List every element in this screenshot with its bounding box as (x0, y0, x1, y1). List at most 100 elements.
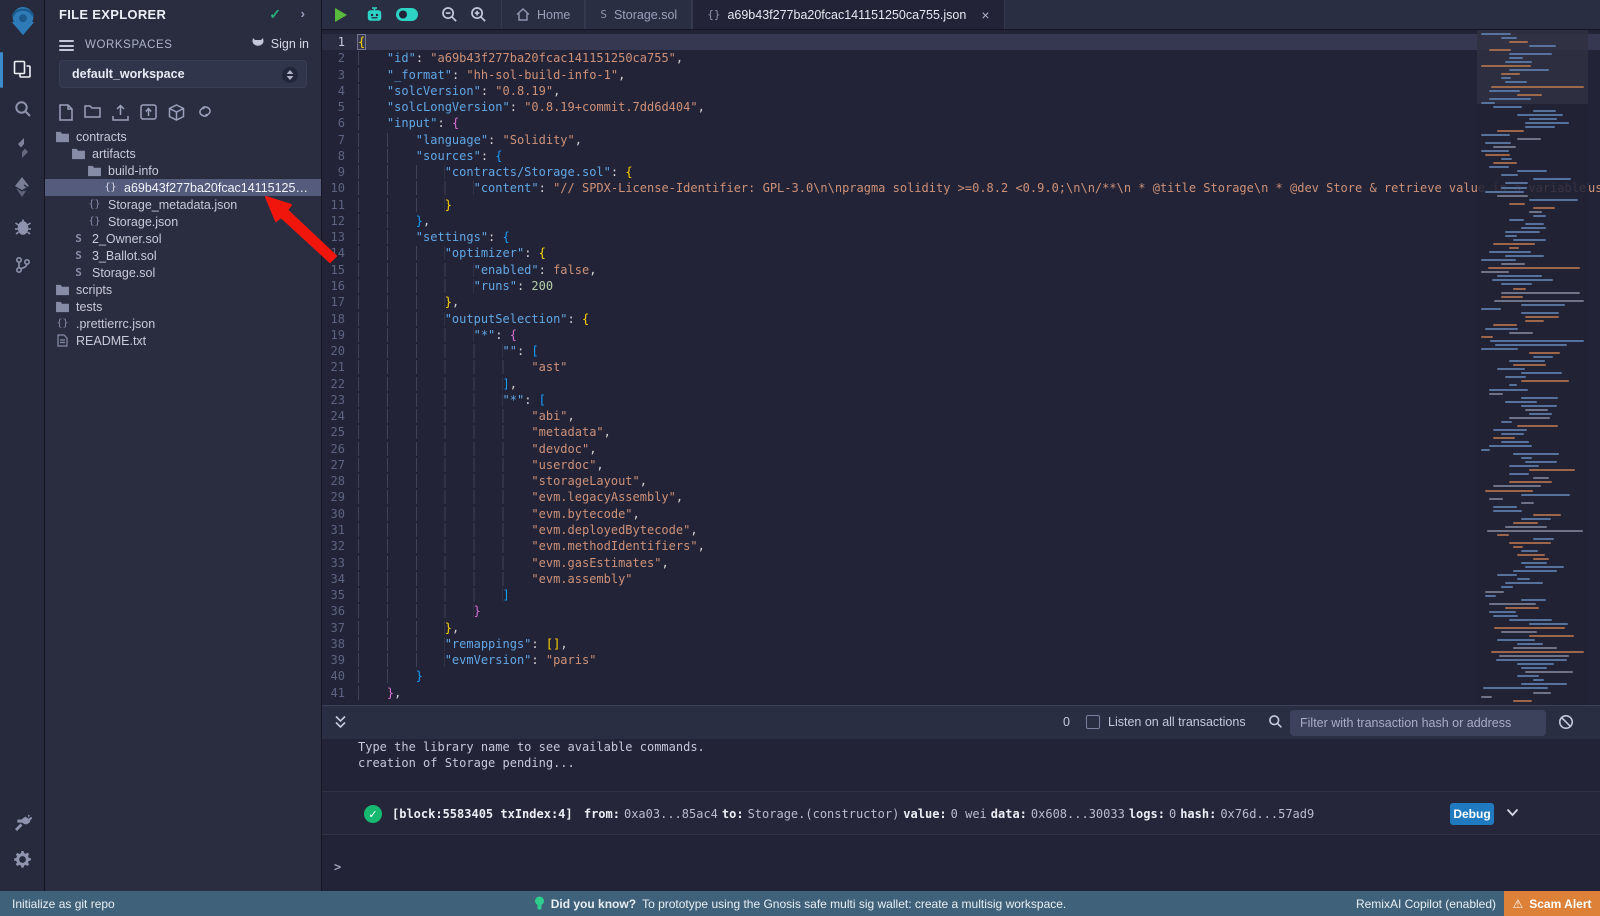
remix-logo-icon[interactable] (0, 4, 45, 38)
tree-item--prettierrc-json[interactable]: {}.prettierrc.json (45, 315, 321, 332)
tree-item-build-info[interactable]: build-info (45, 162, 321, 179)
terminal-search-icon[interactable] (1268, 714, 1283, 734)
tree-item-2-owner-sol[interactable]: S2_Owner.sol (45, 230, 321, 247)
tree-item-a69b43f277ba20fcac141151250ca7-[interactable]: {} a69b43f277ba20fcac141151250ca7... (45, 179, 321, 196)
code-line: "evm.deployedBytecode", (358, 522, 1600, 538)
tree-item-label: artifacts (92, 147, 136, 161)
tree-item-contracts[interactable]: contracts (45, 128, 321, 145)
zoom-in-icon[interactable] (470, 6, 487, 23)
tree-item-label: scripts (76, 283, 112, 297)
terminal-log[interactable]: Type the library name to see available c… (322, 739, 1600, 891)
folder-icon (87, 165, 102, 177)
settings-gear-icon[interactable] (0, 842, 45, 876)
tree-item-label: Storage.json (108, 215, 178, 229)
file-icon (55, 334, 70, 347)
code-editor[interactable]: 1234567891011121314151617181920212223242… (322, 30, 1600, 705)
tree-item-label: build-info (108, 164, 159, 178)
debug-button[interactable]: Debug (1450, 803, 1494, 825)
plugin-manager-icon[interactable] (0, 806, 45, 840)
transaction-row[interactable]: ✓ [block:5583405 txIndex:4] from:0xa03..… (322, 791, 1600, 835)
workspace-check-icon: ✓ (269, 6, 281, 23)
tree-item-3-ballot-sol[interactable]: S3_Ballot.sol (45, 247, 321, 264)
tree-item-label: contracts (76, 130, 127, 144)
workspaces-menu-icon[interactable] (59, 40, 74, 51)
json-icon: {} (87, 199, 102, 210)
search-icon[interactable] (0, 92, 45, 126)
tree-item-artifacts[interactable]: artifacts (45, 145, 321, 162)
tx-expand-icon[interactable] (1506, 806, 1519, 820)
copilot-status[interactable]: RemixAI Copilot (enabled) (1356, 897, 1496, 911)
tx-summary: [block:5583405 txIndex:4] from:0xa03...8… (392, 807, 1318, 821)
tree-item-readme-txt[interactable]: README.txt (45, 332, 321, 349)
code-line: }, (358, 685, 1600, 701)
editor-minimap[interactable] (1477, 30, 1588, 705)
code-line: "evm.bytecode", (358, 506, 1600, 522)
tree-item-storage-sol[interactable]: SStorage.sol (45, 264, 321, 281)
code-line: } (358, 603, 1600, 619)
file-explorer-icon[interactable] (0, 52, 45, 86)
publish-ipfs-icon[interactable] (168, 104, 185, 124)
warning-icon: ⚠ (1512, 897, 1523, 911)
init-git-repo-button[interactable]: Initialize as git repo (12, 897, 115, 911)
tab-build-info-json[interactable]: {} a69b43f277ba20fcac141151250ca755.json… (692, 0, 1004, 29)
terminal-bar: 0 Listen on all transactions (322, 705, 1600, 739)
code-line: } (358, 197, 1600, 213)
copilot-toggle-icon[interactable] (395, 7, 419, 22)
listen-all-checkbox[interactable] (1086, 715, 1100, 729)
tx-success-icon: ✓ (364, 805, 382, 823)
tab-bar: Home S Storage.sol {} a69b43f277ba20fcac… (322, 0, 1600, 30)
solidity-file-icon: S (600, 8, 607, 21)
terminal-log-line: Type the library name to see available c… (322, 739, 1600, 755)
github-icon (250, 37, 266, 51)
terminal-log-line: creation of Storage pending... (322, 755, 1600, 771)
code-line: "solcVersion": "0.8.19", (358, 83, 1600, 99)
overflow-text-fragment: us (1588, 180, 1600, 197)
deploy-run-icon[interactable] (0, 170, 45, 204)
panel-collapse-icon[interactable]: › (301, 6, 305, 21)
file-tree: contracts artifacts build-info {} a69b43f277… (45, 128, 321, 349)
tree-item-storage-json[interactable]: {}Storage.json (45, 213, 321, 230)
terminal-prompt[interactable]: > (334, 860, 341, 874)
tab-storage-sol[interactable]: S Storage.sol (585, 0, 692, 29)
panel-title: FILE EXPLORER (59, 7, 166, 22)
tree-item-label: a69b43f277ba20fcac141151250ca7... (124, 181, 312, 195)
folder-icon (55, 284, 70, 296)
ai-copilot-robot-icon[interactable] (366, 6, 383, 23)
home-icon (516, 8, 530, 21)
tree-item-label: 3_Ballot.sol (92, 249, 157, 263)
code-line: { (358, 34, 1600, 50)
file-explorer-panel: FILE EXPLORER ✓ › WORKSPACES Sign in def… (45, 0, 322, 891)
solidity-compiler-icon[interactable] (0, 131, 45, 165)
new-folder-icon[interactable] (84, 104, 101, 124)
tab-home[interactable]: Home (501, 0, 585, 29)
tree-item-tests[interactable]: tests (45, 298, 321, 315)
folder-icon (71, 148, 86, 160)
new-file-icon[interactable] (59, 104, 73, 124)
tree-item-scripts[interactable]: scripts (45, 281, 321, 298)
code-line: "evm.gasEstimates", (358, 555, 1600, 571)
icon-sidebar (0, 0, 45, 891)
run-script-icon[interactable] (334, 7, 348, 23)
workspace-select[interactable]: default_workspace (59, 60, 307, 88)
code-line: "solcLongVersion": "0.8.19+commit.7dd6d4… (358, 99, 1600, 115)
upload-folder-icon[interactable] (140, 104, 157, 124)
tab-close-icon[interactable]: × (981, 8, 989, 22)
code-line: "language": "Solidity", (358, 132, 1600, 148)
publish-gist-icon[interactable] (196, 104, 214, 124)
json-icon: {} (103, 182, 118, 193)
debugger-icon[interactable] (0, 210, 45, 244)
zoom-out-icon[interactable] (441, 6, 458, 23)
upload-file-icon[interactable] (112, 104, 129, 124)
listen-all-label: Listen on all transactions (1108, 715, 1246, 729)
scam-alert-button[interactable]: ⚠ Scam Alert (1504, 891, 1600, 916)
workspace-stepper-icon (282, 67, 298, 83)
github-signin-button[interactable]: Sign in (250, 37, 309, 51)
git-icon[interactable] (0, 248, 45, 282)
code-line: }, (358, 213, 1600, 229)
terminal-collapse-icon[interactable] (334, 715, 347, 734)
tree-item-storage-metadata-json[interactable]: {}Storage_metadata.json (45, 196, 321, 213)
code-line: "metadata", (358, 424, 1600, 440)
clear-console-icon[interactable] (1558, 714, 1574, 735)
transaction-filter-input[interactable] (1290, 710, 1546, 736)
code-line: }, (358, 294, 1600, 310)
